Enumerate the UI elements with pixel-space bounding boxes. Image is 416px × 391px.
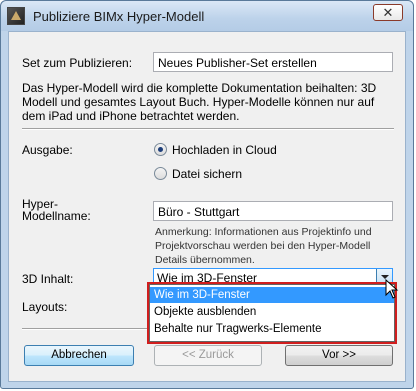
- divider: [22, 128, 394, 130]
- radio-upload-cloud[interactable]: [154, 143, 167, 156]
- model-name-input[interactable]: Büro - Stuttgart: [153, 201, 393, 221]
- dialog-window: Publiziere BIMx Hyper-Modell ✕ Set zum P…: [0, 0, 414, 389]
- radio-save-file[interactable]: [154, 167, 167, 180]
- title-bar[interactable]: Publiziere BIMx Hyper-Modell ✕: [1, 1, 413, 31]
- window-title: Publiziere BIMx Hyper-Modell: [33, 9, 205, 24]
- model-name-label-2: Modellname:: [22, 209, 91, 223]
- info-text: Das Hyper-Modell wird die komplette Doku…: [22, 81, 377, 123]
- next-button[interactable]: Vor >>: [285, 345, 393, 366]
- content-3d-label: 3D Inhalt:: [22, 272, 74, 286]
- output-label: Ausgabe:: [22, 143, 73, 157]
- archicad-app-icon: [7, 7, 25, 25]
- layouts-label: Layouts:: [22, 300, 68, 314]
- mouse-cursor-icon: [385, 279, 399, 299]
- publish-set-field[interactable]: Neues Publisher-Set erstellen: [153, 52, 393, 72]
- radio-upload-cloud-label[interactable]: Hochladen in Cloud: [172, 143, 277, 157]
- model-name-note: Anmerkung: Informationen aus Projektinfo…: [155, 226, 372, 266]
- radio-save-file-label[interactable]: Datei sichern: [172, 167, 242, 181]
- close-button[interactable]: ✕: [373, 4, 403, 21]
- back-button[interactable]: << Zurück: [154, 345, 262, 366]
- highlight-frame: [147, 282, 397, 344]
- cancel-button[interactable]: Abbrechen: [24, 345, 134, 366]
- publish-set-label: Set zum Publizieren:: [22, 56, 133, 70]
